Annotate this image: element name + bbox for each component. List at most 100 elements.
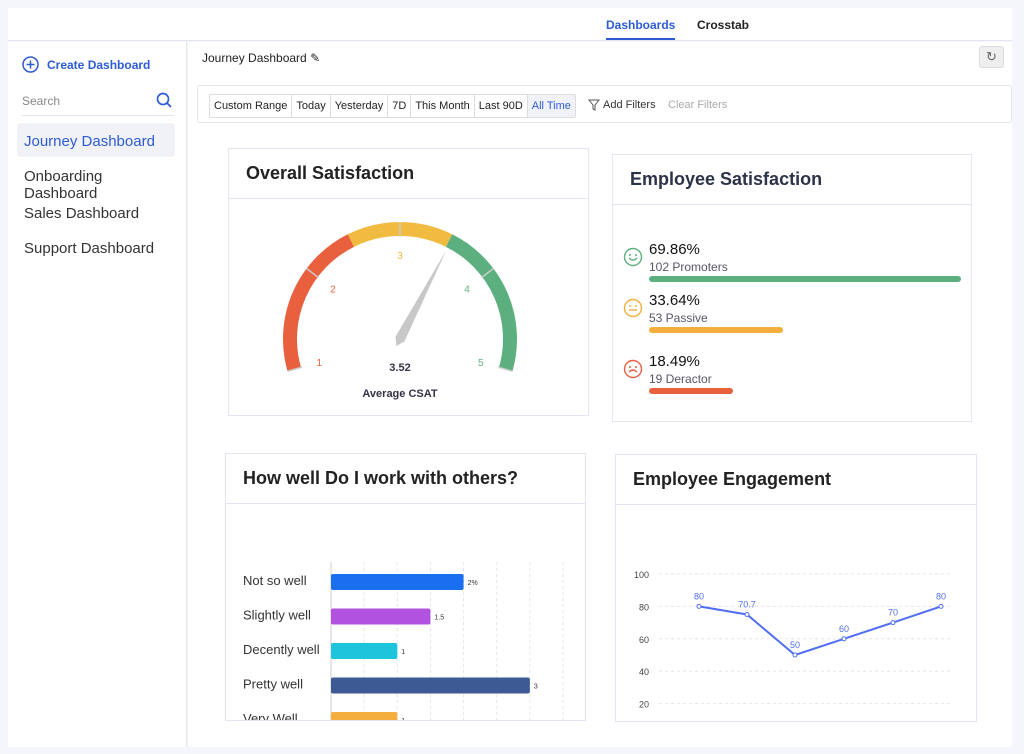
y-tick-label: 20 [639,700,649,710]
satisfaction-bar [649,388,734,394]
gauge-tick-label: 3 [397,251,403,262]
satisfaction-percent: 33.64% [649,292,700,309]
y-tick-label: 80 [639,602,649,612]
data-label: 80 [694,591,704,601]
frown-face-icon [623,359,643,379]
card-title: Employee Engagement [616,455,976,505]
data-point [744,612,750,617]
gauge-needle [395,250,447,347]
satisfaction-bar [649,276,961,282]
data-label: 80 [936,591,946,601]
satisfaction-item: 33.64% 53 Passive [623,292,953,337]
gauge-tick-label: 2 [330,284,336,295]
search-input[interactable]: Search [22,88,174,116]
search-placeholder: Search [22,94,61,108]
top-nav: Dashboards Crosstab [8,8,1012,41]
range-custom[interactable]: Custom Range [210,95,293,117]
sidebar-item-support[interactable]: Support Dashboard [17,230,175,264]
data-label: 1 [401,649,405,656]
add-filters-label: Add Filters [603,99,656,111]
card-title: How well Do I work with others? [226,454,585,504]
range-all-time[interactable]: All Time [527,95,575,117]
sidebar-item-journey[interactable]: Journey Dashboard [17,123,175,157]
refresh-icon: ↻ [986,49,997,64]
range-7d[interactable]: 7D [388,95,412,117]
category-label: Not so well [243,573,307,588]
satisfaction-item: 18.49% 19 Deractor [623,353,953,398]
filter-icon [588,99,600,111]
data-label: 70 [888,608,898,618]
range-yesterday[interactable]: Yesterday [331,95,389,117]
work-with-others-card: How well Do I work with others? 00.511.5… [225,453,586,754]
data-point [841,636,847,642]
gauge-chart: 1 2 3 4 5 3.52 Average CSAT [283,222,517,400]
category-label: Decently well [243,642,320,657]
data-point [938,603,944,609]
category-label: Pretty well [243,677,303,692]
bar [331,712,398,728]
tab-crosstab[interactable]: Crosstab [697,18,749,32]
category-label: Slightly well [243,608,311,623]
gauge-caption: Average CSAT [362,388,437,400]
bar-chart: 00.511.522.533.5Not so well2%Slightly we… [243,562,571,754]
data-label: 3 [534,684,538,691]
search-icon[interactable] [156,92,172,108]
gauge-band [283,234,355,372]
satisfaction-label: 53 Passive [649,311,708,325]
filter-bar: Custom Range Today Yesterday 7D This Mon… [197,85,1012,123]
data-label: 1.5 [434,615,444,622]
data-label: 1 [401,718,405,720]
create-dashboard-label: Create Dashboard [47,57,151,72]
card-title: Overall Satisfaction [229,149,588,199]
series-line [698,605,942,657]
satisfaction-percent: 69.86% [649,241,700,258]
dashboard-title: Journey Dashboard [202,51,307,65]
add-filters-button[interactable]: Add Filters [588,99,656,111]
satisfaction-label: 19 Deractor [649,372,712,386]
refresh-button[interactable]: ↻ [979,46,1004,68]
date-range-selector: Custom Range Today Yesterday 7D This Mon… [209,94,576,118]
sidebar-item-sales[interactable]: Sales Dashboard [17,195,175,229]
range-today[interactable]: Today [292,95,331,117]
data-point [696,603,702,609]
bar [331,643,398,659]
neutral-face-icon [623,298,643,318]
gauge-value: 3.52 [389,362,410,374]
gauge-tick-label: 4 [464,284,470,295]
gauge-band [445,234,517,372]
data-label: 2% [468,580,478,587]
satisfaction-bar [649,327,784,333]
data-point [792,652,798,658]
y-tick-label: 60 [639,635,649,645]
data-label: 70.7 [738,600,756,610]
clear-filters-button[interactable]: Clear Filters [668,99,727,111]
smile-icon [623,247,643,267]
bar [331,574,464,590]
category-label: Very Well [243,711,298,720]
sidebar: Create Dashboard Search Journey Dashboar… [8,42,187,747]
range-last-90d[interactable]: Last 90D [475,95,528,117]
plus-circle-icon [22,56,39,73]
bar [331,608,431,625]
satisfaction-percent: 18.49% [649,353,700,370]
pencil-icon[interactable]: ✎ [310,51,320,65]
tab-dashboards[interactable]: Dashboards [606,18,676,40]
breadcrumb: Journey Dashboard ✎ [202,51,320,65]
line-chart: 02040608010028 Jun3 Jul8 Jul13 Jul18 Jul… [634,570,953,751]
satisfaction-label: 102 Promoters [649,260,728,274]
y-tick-label: 100 [634,570,649,580]
employee-satisfaction-card: Employee Satisfaction 69.86% 102 Promote… [612,154,972,422]
data-label: 50 [790,640,800,650]
create-dashboard-button[interactable]: Create Dashboard [22,56,150,73]
gauge-tick-label: 5 [478,358,484,369]
card-title: Employee Satisfaction [613,155,971,205]
y-tick-label: 40 [639,667,649,677]
employee-engagement-card: Employee Engagement 02040608010028 Jun3 … [615,454,977,751]
data-label: 60 [839,624,849,634]
satisfaction-item: 69.86% 102 Promoters [623,241,961,286]
bar [331,677,530,694]
sidebar-item-onboarding[interactable]: Onboarding Dashboard [17,158,175,202]
range-this-month[interactable]: This Month [411,95,475,117]
overall-satisfaction-card: Overall Satisfaction 1 2 3 4 5 3.52 Average … [228,148,589,416]
data-point [890,620,896,626]
